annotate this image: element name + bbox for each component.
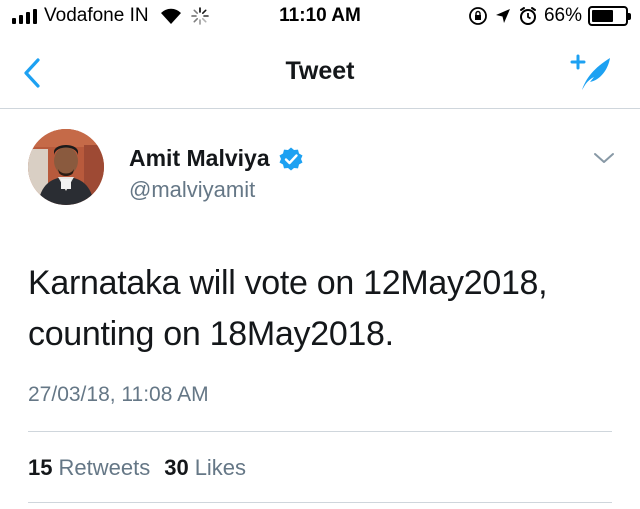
retweets-count: 15: [28, 455, 53, 480]
compose-tweet-button[interactable]: [570, 50, 614, 94]
navigation-bar: Tweet: [0, 36, 640, 109]
tweet-text-line: counting on 18May2018.: [28, 315, 394, 353]
battery-icon: [588, 6, 631, 26]
avatar[interactable]: [28, 129, 104, 205]
location-icon: [495, 9, 510, 23]
likes-count: 30: [164, 455, 189, 480]
orientation-lock-icon: [469, 7, 487, 25]
retweets-stat[interactable]: 15 Retweets: [28, 455, 150, 481]
page-title: Tweet: [285, 57, 355, 85]
battery-level-fill: [592, 10, 614, 22]
tweet-text: Karnataka will vote on 12May2018, counti…: [28, 258, 618, 360]
author-handle[interactable]: @malviyamit: [129, 177, 255, 203]
likes-label: Likes: [194, 455, 247, 480]
divider: [28, 431, 612, 432]
battery-cap: [628, 13, 631, 20]
status-bar-right: 66%: [468, 5, 631, 27]
battery-percentage: 66%: [543, 5, 582, 26]
profile-photo: [28, 129, 104, 205]
compose-tweet-icon: [570, 54, 610, 90]
author-name: Amit Malviya: [129, 145, 270, 171]
verified-badge-icon: [279, 147, 303, 170]
tweet-text-line: Karnataka will vote on 12May2018,: [28, 264, 548, 302]
tweet-stats: 15 Retweets 30 Likes: [28, 455, 246, 481]
divider: [28, 502, 612, 503]
tweet-options-button[interactable]: [592, 148, 616, 168]
alarm-icon: [519, 7, 536, 25]
retweets-label: Retweets: [58, 455, 151, 480]
author-name-row[interactable]: Amit Malviya: [129, 145, 304, 172]
likes-stat[interactable]: 30 Likes: [164, 455, 246, 481]
chevron-down-icon: [594, 153, 614, 163]
status-bar: Vodafone IN 11:10 AM 66%: [0, 0, 640, 36]
tweet-timestamp: 27/03/18, 11:08 AM: [28, 383, 209, 406]
